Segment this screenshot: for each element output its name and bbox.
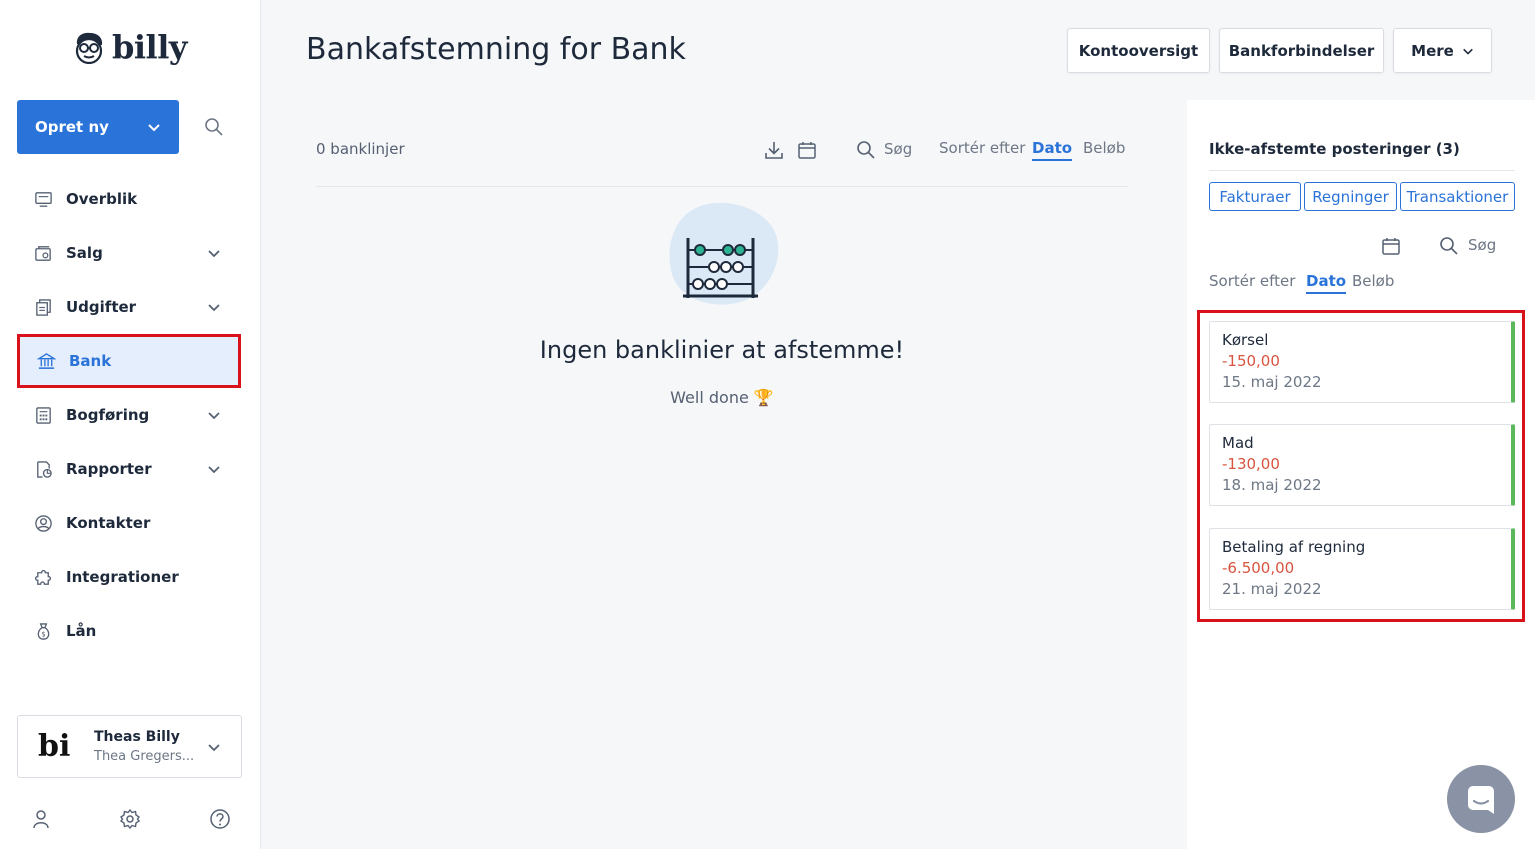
sidebar-item-label: Lån [66,622,97,640]
search-icon[interactable] [856,140,876,160]
organization-logo: bi [38,729,71,764]
svg-text:$: $ [41,630,45,638]
sidebar-item-label: Bank [69,352,112,370]
sidebar-item-overblik[interactable]: Overblik [17,172,241,226]
chevron-down-icon [208,466,220,474]
divider [316,186,1128,187]
sidebar-item-label: Kontakter [66,514,151,532]
sort-option-amount[interactable]: Beløb [1352,272,1394,290]
organization-user: Thea Gregers... [94,749,195,764]
puzzle-icon [33,567,53,587]
entry-date: 21. maj 2022 [1222,580,1322,598]
abacus-illustration-icon [669,202,779,305]
money-bag-icon: $ [33,621,53,641]
user-profile-icon[interactable] [30,808,52,830]
bank-icon [36,351,56,371]
bank-connections-button[interactable]: Bankforbindelser [1219,28,1384,73]
help-icon[interactable] [209,808,231,830]
search-label[interactable]: Søg [1468,236,1496,254]
entry-title: Betaling af regning [1222,538,1366,556]
sidebar-item-label: Bogføring [66,406,150,424]
chevron-down-icon [208,304,220,312]
search-icon[interactable] [204,117,224,137]
sidebar-item-integrationer[interactable]: Integrationer [17,550,241,604]
bank-connections-label: Bankforbindelser [1228,41,1375,60]
filter-bills-label: Regninger [1312,187,1389,206]
filter-transactions-label: Transaktioner [1406,187,1509,206]
sort-option-amount[interactable]: Beløb [1083,139,1125,157]
bank-lines-count: 0 banklinjer [316,140,405,158]
download-icon[interactable] [764,140,784,160]
sidebar-item-label: Rapporter [66,460,152,478]
divider [1209,170,1515,171]
sidebar-item-salg[interactable]: Salg [17,226,241,280]
empty-state-subtitle: Well done 🏆 [670,388,774,407]
entry-amount: -6.500,00 [1222,559,1295,577]
sidebar-item-bank[interactable]: Bank [17,334,241,388]
entry-amount: -150,00 [1222,352,1280,370]
entry-date: 18. maj 2022 [1222,476,1322,494]
sidebar-item-label: Overblik [66,190,138,208]
account-overview-label: Kontooversigt [1078,41,1199,60]
billy-face-icon [75,32,103,64]
chevron-down-icon [1462,48,1473,55]
calendar-icon[interactable] [797,140,817,160]
sidebar-nav: Overblik Salg Udgifter Bank Bogføring Ra… [17,172,241,658]
chat-icon [1468,786,1494,814]
unreconciled-panel: Ikke-afstemte posteringer (3) Fakturaer … [1187,100,1535,849]
dashboard-icon [33,189,53,209]
sort-option-date[interactable]: Dato [1306,272,1347,294]
chat-launcher-button[interactable] [1447,765,1515,833]
sidebar-item-label: Salg [66,244,103,262]
sort-by-label: Sortér efter [939,139,1026,157]
sales-icon [33,243,53,263]
chevron-down-icon [208,744,220,752]
empty-state-title: Ingen banklinier at afstemme! [539,336,905,364]
ledger-icon [33,405,53,425]
filter-bills-button[interactable]: Regninger [1304,182,1397,211]
unreconciled-entry-card[interactable]: Kørsel -150,00 15. maj 2022 [1209,321,1515,403]
brand-name: billy [112,28,187,66]
create-new-label: Opret ny [35,118,109,136]
unreconciled-title: Ikke-afstemte posteringer (3) [1209,140,1460,158]
billy-logo[interactable]: billy [72,28,187,66]
calendar-icon[interactable] [1381,236,1401,256]
sidebar-item-lan[interactable]: $ Lån [17,604,241,658]
sort-by-label: Sortér efter [1209,272,1296,290]
reports-icon [33,459,53,479]
gear-icon[interactable] [119,808,141,830]
sidebar-item-kontakter[interactable]: Kontakter [17,496,241,550]
account-overview-button[interactable]: Kontooversigt [1067,28,1210,73]
create-new-button[interactable]: Opret ny [17,100,179,154]
entry-date: 15. maj 2022 [1222,373,1322,391]
sort-option-date[interactable]: Dato [1032,139,1073,161]
sidebar-item-bogforing[interactable]: Bogføring [17,388,241,442]
filter-invoices-button[interactable]: Fakturaer [1209,182,1301,211]
contacts-icon [33,513,53,533]
more-button[interactable]: Mere [1393,28,1492,73]
entry-amount: -130,00 [1222,455,1280,473]
sidebar-item-label: Integrationer [66,568,179,586]
entry-title: Mad [1222,434,1254,452]
chevron-down-icon [148,124,160,132]
sidebar-item-label: Udgifter [66,298,137,316]
organization-name: Theas Billy [94,729,180,745]
organization-switcher[interactable]: bi Theas Billy Thea Gregers... [17,715,242,778]
unreconciled-entry-card[interactable]: Mad -130,00 18. maj 2022 [1209,424,1515,506]
sidebar: billy Opret ny Overblik Salg Udgifter Ba… [0,0,261,849]
filter-transactions-button[interactable]: Transaktioner [1400,182,1515,211]
sidebar-item-rapporter[interactable]: Rapporter [17,442,241,496]
sidebar-item-udgifter[interactable]: Udgifter [17,280,241,334]
unreconciled-entry-card[interactable]: Betaling af regning -6.500,00 21. maj 20… [1209,528,1515,610]
filter-invoices-label: Fakturaer [1219,187,1291,206]
chevron-down-icon [208,250,220,258]
search-icon[interactable] [1439,236,1459,256]
chevron-down-icon [208,412,220,420]
page-title: Bankafstemning for Bank [306,32,686,67]
more-label: Mere [1411,41,1454,60]
entry-title: Kørsel [1222,331,1269,349]
expenses-icon [33,297,53,317]
search-label[interactable]: Søg [884,140,912,158]
